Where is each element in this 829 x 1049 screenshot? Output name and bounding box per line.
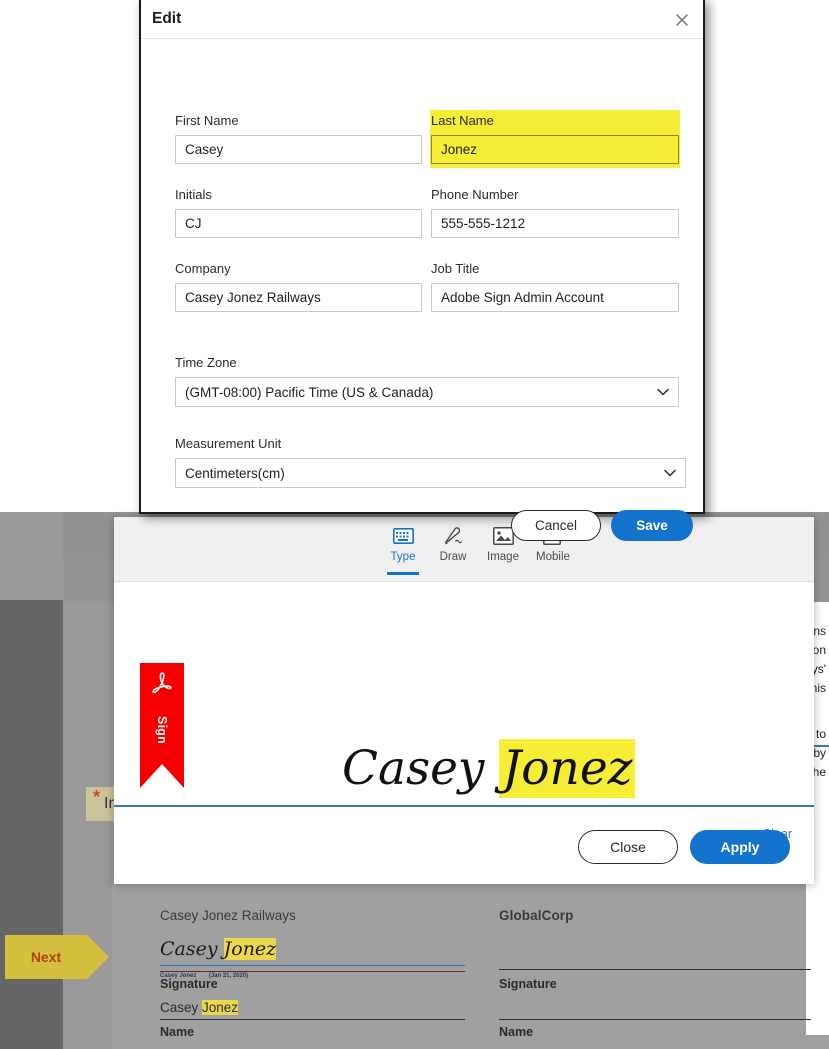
adobe-pdf-icon: [149, 671, 175, 704]
tab-image-label: Image: [487, 551, 519, 563]
doc-left-name-caption-label: Name: [160, 1025, 195, 1039]
next-button[interactable]: Next: [5, 935, 87, 979]
doc-left-signature-caption-label: Signature: [160, 977, 218, 991]
doc-left-signature-name-highlight: Jonez: [223, 938, 277, 960]
first-name-label: First Name: [175, 113, 239, 128]
time-zone-select-wrap: [175, 377, 679, 407]
cancel-button[interactable]: Cancel: [511, 510, 601, 541]
typed-signature-plain: Casey: [342, 741, 500, 796]
doc-left-name-caption: Name: [160, 1023, 194, 1041]
initials-label: Initials: [175, 187, 212, 202]
first-name-input[interactable]: [175, 135, 422, 164]
next-button-label: Next: [30, 949, 62, 965]
page-text-fragment: he: [812, 765, 826, 779]
field-measurement-unit: Measurement Unit: [175, 436, 686, 488]
field-time-zone: Time Zone: [175, 355, 679, 407]
edit-dialog-titlebar: Edit: [141, 0, 703, 39]
doc-left-signature-script: Casey Jonez: [160, 938, 465, 960]
field-first-name: First Name: [175, 113, 422, 164]
field-initials: Initials: [175, 187, 422, 238]
edit-dialog-actions: Cancel Save: [511, 510, 693, 541]
doc-right-signature-rule: [499, 969, 811, 970]
doc-right-signature-caption-label: Signature: [499, 977, 557, 991]
tab-type[interactable]: Type: [378, 525, 428, 575]
last-name-label: Last Name: [431, 113, 494, 128]
measurement-unit-select[interactable]: [175, 458, 686, 488]
page-text-fragment: to: [815, 727, 826, 741]
job-title-input[interactable]: [431, 283, 679, 312]
phone-number-input[interactable]: [431, 209, 679, 238]
signature-tab-bar: Type Draw Image Mobile: [114, 517, 814, 582]
time-zone-select[interactable]: [175, 377, 679, 407]
signature-baseline: [114, 805, 814, 807]
phone-number-label: Phone Number: [431, 187, 519, 202]
doc-left-name-highlight: Jonez: [202, 1000, 239, 1015]
doc-left-name-value: Casey Jonez: [160, 999, 239, 1017]
tab-mobile-label: Mobile: [536, 551, 570, 563]
company-input[interactable]: [175, 283, 422, 312]
doc-left-signature-caption: Signature: [160, 975, 218, 993]
doc-right-name-caption: Name: [499, 1023, 533, 1041]
field-company: Company: [175, 261, 422, 312]
doc-left-signature-name-plain: Casey: [160, 938, 224, 960]
tab-draw[interactable]: Draw: [428, 525, 478, 569]
doc-left-company: Casey Jonez Railways: [160, 907, 465, 925]
viewer-left-rail-shadow: [0, 600, 63, 1049]
close-button[interactable]: Close: [578, 830, 678, 864]
field-last-name: Last Name: [431, 113, 679, 164]
edit-profile-dialog: Edit First Name Last Name Initials Phone…: [139, 0, 705, 541]
initials-input[interactable]: [175, 209, 422, 238]
next-button-arrow-icon: [87, 935, 109, 979]
page-text-fragment: by: [813, 746, 826, 760]
required-asterisk-icon: *: [93, 787, 101, 807]
time-zone-label: Time Zone: [175, 355, 237, 370]
sign-here-tag-label: Sign: [155, 716, 169, 744]
close-icon[interactable]: [671, 9, 693, 31]
apply-button[interactable]: Apply: [690, 830, 790, 864]
signature-dialog: Type Draw Image Mobile Sign Casey Jonez …: [114, 517, 814, 884]
tab-draw-label: Draw: [439, 551, 467, 563]
page-text-fragment: ns: [813, 624, 826, 638]
typed-signature: Casey Jonez: [342, 739, 636, 799]
doc-left-company-label: Casey Jonez Railways: [160, 908, 296, 923]
save-button[interactable]: Save: [611, 510, 693, 541]
sign-here-tag-body: Sign: [140, 663, 184, 764]
keyboard-icon: [392, 525, 414, 547]
doc-right-company-label: GlobalCorp: [499, 908, 574, 923]
tab-type-label: Type: [390, 551, 416, 563]
doc-right-signature-caption: Signature: [499, 975, 557, 993]
last-name-input[interactable]: [431, 135, 679, 164]
measurement-unit-label: Measurement Unit: [175, 436, 282, 451]
edit-dialog-title: Edit: [152, 10, 182, 27]
job-title-label: Job Title: [431, 261, 480, 276]
field-job-title: Job Title: [431, 261, 679, 312]
sign-here-tag-arrow: [140, 764, 184, 788]
field-phone-number: Phone Number: [431, 187, 679, 238]
doc-left-name-rule: [160, 1019, 465, 1020]
page-text-fragment: on: [812, 643, 826, 657]
sign-here-tag[interactable]: Sign: [140, 663, 184, 788]
tab-active-underline: [387, 572, 419, 575]
doc-left-name-plain: Casey: [160, 1000, 203, 1015]
typed-signature-highlight: Jonez: [499, 739, 636, 798]
signature-canvas[interactable]: Sign Casey Jonez Clear Close Apply: [114, 582, 814, 884]
doc-left-signature-rule-maroon: [160, 971, 465, 972]
company-label: Company: [175, 261, 231, 276]
doc-right-company: GlobalCorp: [499, 907, 811, 925]
doc-right-name-rule: [499, 1019, 811, 1020]
doc-right-name-caption-label: Name: [499, 1025, 534, 1039]
pen-icon: [442, 525, 464, 547]
signature-dialog-actions: Close Apply: [578, 830, 790, 864]
measurement-unit-select-wrap: [175, 458, 686, 488]
